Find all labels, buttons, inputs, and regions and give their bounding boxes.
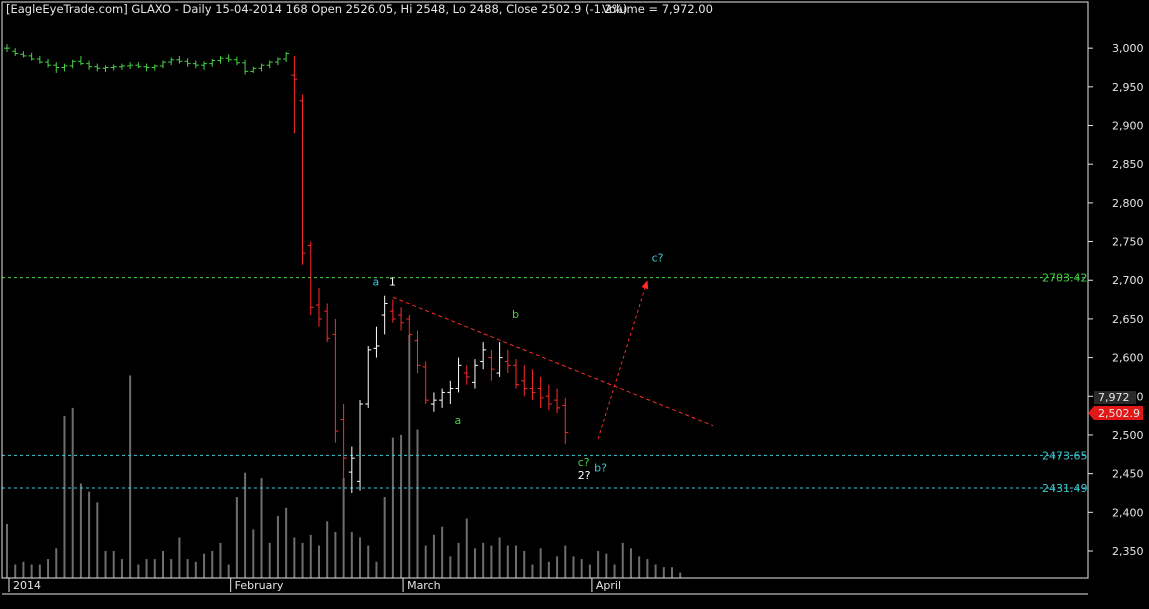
chart-background [0,0,1149,605]
x-tick-label: 2014 [13,579,41,592]
last-volume-label: 7,972 [1098,391,1130,404]
wave-label: c? [652,252,664,265]
wave-label: c? [578,456,590,469]
y-tick-label: 2,700 [1112,274,1144,287]
y-tick-label: 2,850 [1112,158,1144,171]
x-tick-label: February [235,579,284,592]
last-close-label: 2,502.9 [1098,407,1140,420]
y-tick-label: 2,800 [1112,197,1144,210]
y-tick-label: 2,500 [1112,429,1144,442]
chart-container: 2703.42 2473.65 2431.49 a 1 b a c? b? 2? c? 2,350… [0,0,1149,605]
y-tick-label: 2,900 [1112,120,1144,133]
level-label: 2431.49 [1042,482,1088,495]
y-tick-label: 2,400 [1112,506,1144,519]
y-tick-label: 2,350 [1112,545,1144,558]
level-label: 2473.65 [1042,449,1088,462]
level-label: 2703.42 [1042,272,1088,285]
y-tick-label: 2,450 [1112,468,1144,481]
wave-label: a [372,276,379,289]
wave-label: a [455,414,462,427]
wave-label: 1 [389,276,396,289]
chart-title: [EagleEyeTrade.com] GLAXO - Daily 15-04-… [6,2,627,16]
x-tick-label: March [407,579,441,592]
volume-readout: Volume = 7,972.00 [602,2,713,16]
wave-label: b? [594,461,607,474]
y-tick-label: 2,650 [1112,313,1144,326]
y-tick-label: 2,600 [1112,352,1144,365]
y-tick-label: 2,750 [1112,236,1144,249]
price-chart[interactable]: 2703.422473.652431.49 a 1bac? b?2?c? 2,350… [0,0,1149,605]
y-tick-label: 3,000 [1112,42,1144,55]
wave-label: 2? [578,469,591,482]
wave-label: b [512,308,519,321]
x-tick-label: April [596,579,621,592]
y-tick-label: 2,950 [1112,81,1144,94]
